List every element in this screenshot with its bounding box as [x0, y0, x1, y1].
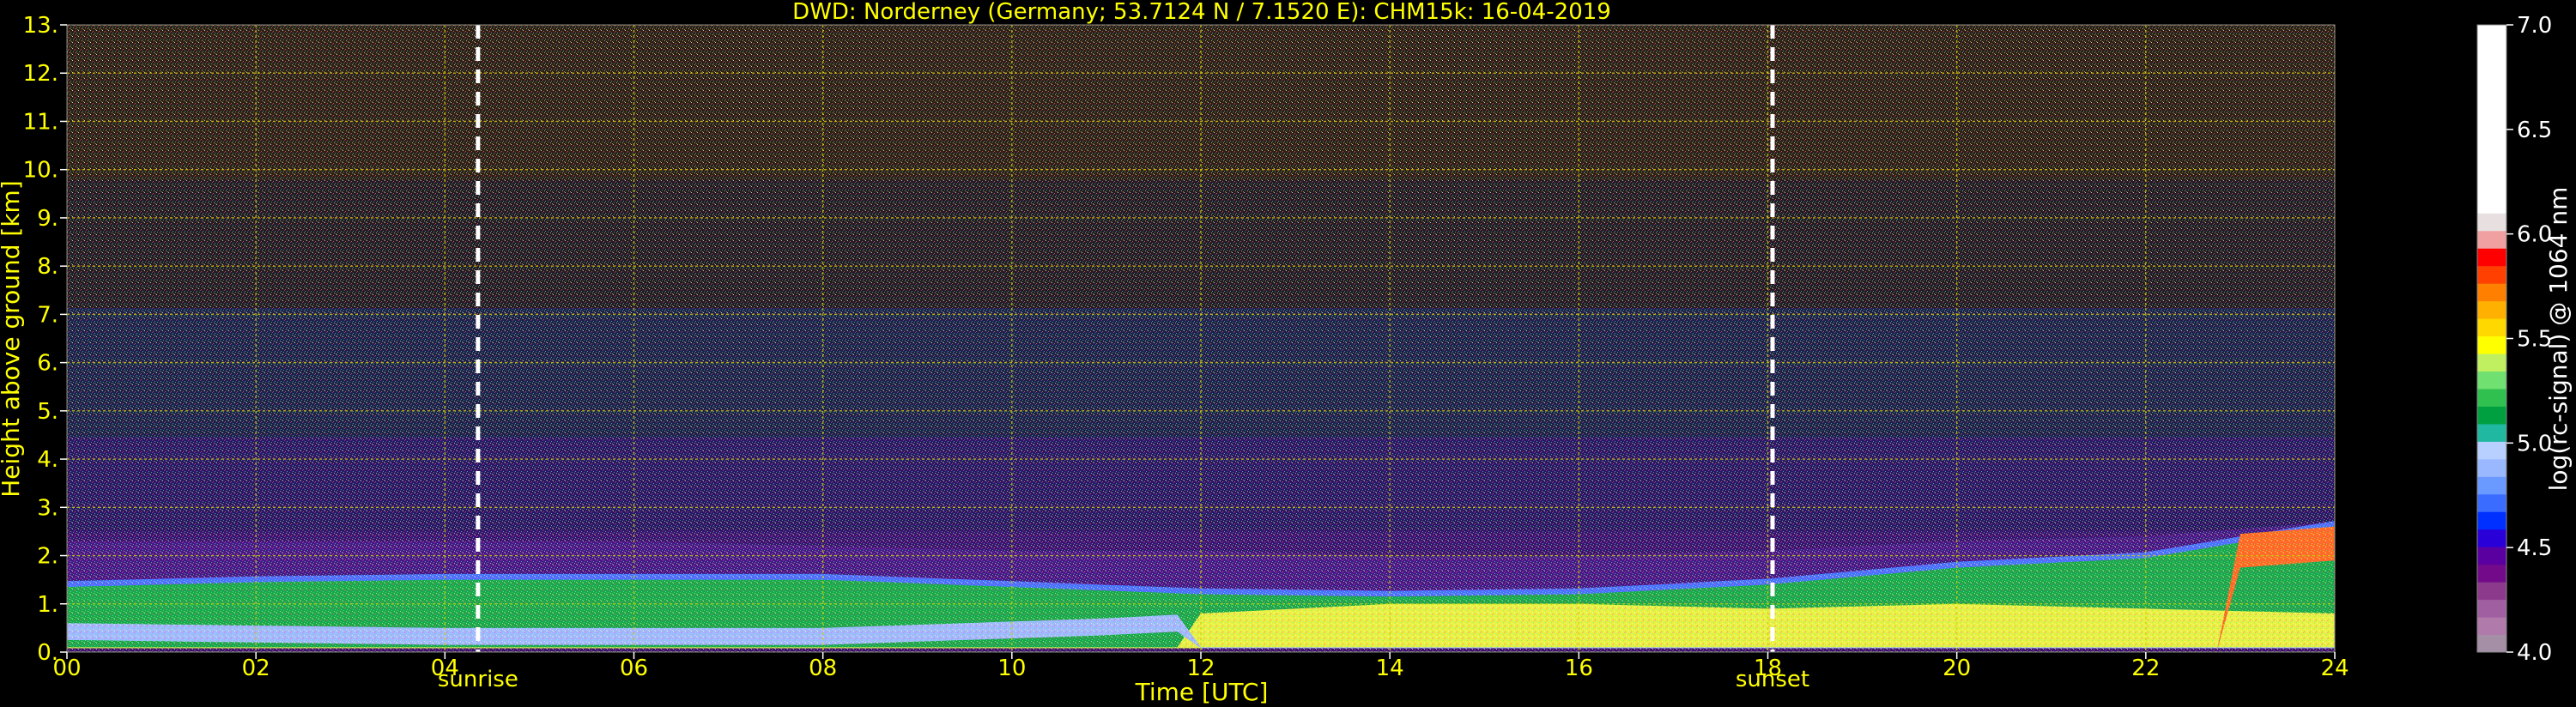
- y-tick-label: 9.: [37, 206, 58, 232]
- colorbar-swatch: [2477, 318, 2506, 337]
- y-tick-label: 0.: [37, 640, 58, 666]
- colorbar-swatch: [2477, 300, 2506, 319]
- x-tick-label: 20: [1943, 656, 1971, 681]
- y-axis-label: Height above ground [km]: [0, 180, 25, 498]
- colorbar-swatch: [2477, 354, 2506, 372]
- y-tick-label: 2.: [37, 544, 58, 570]
- y-tick-label: 3.: [37, 495, 58, 521]
- colorbar-swatch: [2477, 458, 2506, 477]
- y-tick-label: 10.: [23, 158, 58, 184]
- lidar-backscatter-figure: sunrise sunset 00 02 04 06 08 10 12 14 16 18 20 22 24…: [0, 0, 2573, 706]
- chart-title: DWD: Norderney (Germany; 53.7124 N / 7.1…: [792, 0, 1611, 25]
- x-tick-label: 22: [2131, 656, 2160, 681]
- colorbar-swatch: [2477, 388, 2506, 407]
- y-tick-label: 11.: [23, 109, 58, 135]
- colorbar-swatch: [2477, 511, 2506, 530]
- colorbar: 4.04.55.05.56.06.57.0: [2476, 13, 2552, 666]
- y-tick-label: 12.: [23, 61, 58, 87]
- colorbar-swatch: [2477, 335, 2506, 354]
- colorbar-swatch: [2477, 265, 2506, 284]
- colorbar-swatch: [2477, 371, 2506, 390]
- plot-area: [67, 25, 2335, 652]
- y-axis: 0. 1. 2. 3. 4. 5. 6. 7. 8. 9. 10. 11. 12. 13.: [23, 13, 67, 666]
- colorbar-tick-label: 6.5: [2517, 118, 2552, 143]
- y-tick-label: 13.: [23, 13, 58, 39]
- x-axis: 00 02 04 06 08 10 12 14 16 18 20 22 24: [52, 652, 2349, 681]
- colorbar-swatch: [2477, 529, 2506, 547]
- x-tick-label: 04: [431, 656, 459, 681]
- colorbar-swatch: [2477, 582, 2506, 601]
- colorbar-tick-label: 7.0: [2517, 13, 2552, 39]
- colorbar-swatch: [2477, 441, 2506, 460]
- y-tick-label: 7.: [37, 302, 58, 328]
- colorbar-swatch: [2477, 476, 2506, 495]
- x-tick-label: 24: [2320, 656, 2349, 681]
- colorbar-swatch: [2477, 230, 2506, 249]
- x-tick-label: 08: [809, 656, 837, 681]
- colorbar-swatch: [2477, 248, 2506, 267]
- colorbar-swatch: [2477, 617, 2506, 636]
- x-tick-label: 18: [1754, 656, 1782, 681]
- colorbar-swatch: [2477, 283, 2506, 302]
- colorbar-label: log(rc-signal) @ 1064 nm: [2544, 187, 2573, 492]
- x-tick-label: 10: [997, 656, 1026, 681]
- x-tick-label: 14: [1376, 656, 1404, 681]
- colorbar-tick-label: 4.0: [2517, 640, 2552, 666]
- y-tick-label: 5.: [37, 399, 58, 425]
- x-axis-label: Time [UTC]: [1135, 678, 1269, 706]
- colorbar-swatch: [2477, 213, 2506, 232]
- y-tick-label: 4.: [37, 447, 58, 473]
- y-tick-label: 8.: [37, 254, 58, 280]
- colorbar-tick-label: 4.5: [2517, 535, 2552, 561]
- colorbar-swatch: [2477, 564, 2506, 583]
- colorbar-swatch: [2477, 25, 2506, 214]
- x-tick-label: 02: [242, 656, 270, 681]
- colorbar-swatch: [2477, 547, 2506, 565]
- colorbar-swatch: [2477, 599, 2506, 618]
- colorbar-swatch: [2477, 423, 2506, 442]
- colorbar-swatch: [2477, 493, 2506, 512]
- y-tick-label: 6.: [37, 351, 58, 377]
- colorbar-swatch: [2477, 406, 2506, 425]
- x-tick-label: 16: [1565, 656, 1593, 681]
- y-tick-label: 1.: [37, 592, 58, 618]
- colorbar-swatch: [2477, 634, 2506, 653]
- x-tick-label: 06: [620, 656, 648, 681]
